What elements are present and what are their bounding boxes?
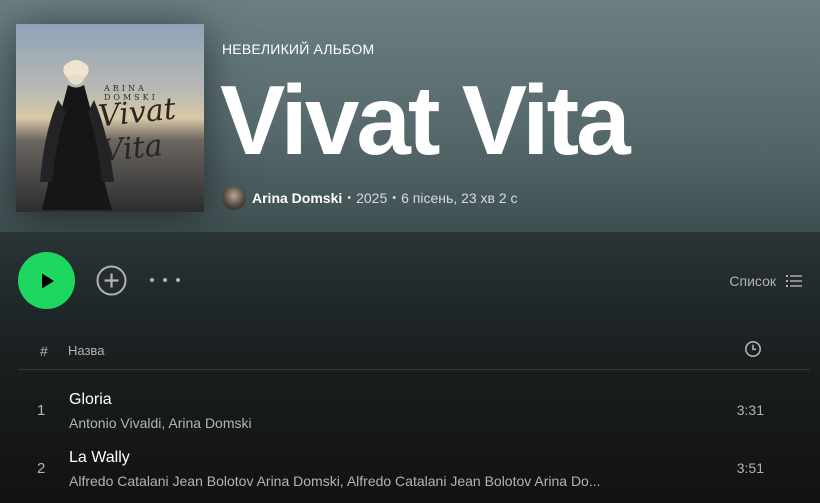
track-artists[interactable]: Antonio Vivaldi, Arina Domski bbox=[69, 415, 252, 431]
column-title[interactable]: Назва bbox=[68, 343, 104, 358]
more-horizontal-icon bbox=[176, 278, 180, 282]
artist-avatar[interactable] bbox=[222, 186, 246, 210]
column-duration bbox=[744, 340, 762, 361]
album-meta: Arina Domski • 2025 • 6 пісень, 23 хв 2 … bbox=[222, 186, 518, 210]
track-title[interactable]: Gloria bbox=[69, 391, 112, 409]
separator-dot: • bbox=[392, 192, 397, 204]
view-mode-toggle[interactable]: Список bbox=[729, 270, 802, 292]
track-duration: 3:31 bbox=[736, 402, 764, 418]
tracklist-header: # Назва bbox=[18, 338, 810, 370]
clock-icon bbox=[745, 341, 761, 357]
more-options-button[interactable] bbox=[150, 270, 180, 290]
album-cover[interactable]: ARINA DOMSKI Vivat Vita bbox=[16, 24, 204, 212]
track-row[interactable]: 1 Gloria Antonio Vivaldi, Arina Domski 3… bbox=[18, 382, 810, 438]
more-horizontal-icon bbox=[150, 278, 154, 282]
track-number: 1 bbox=[37, 402, 46, 419]
track-artists[interactable]: Alfredo Catalani Jean Bolotov Arina Doms… bbox=[69, 473, 601, 489]
artist-link[interactable]: Arina Domski bbox=[252, 190, 342, 206]
add-to-library-button[interactable] bbox=[96, 265, 127, 296]
plus-circle-icon bbox=[96, 265, 127, 296]
list-icon bbox=[786, 275, 802, 287]
separator-dot: • bbox=[347, 192, 352, 204]
track-row[interactable]: 2 La Wally Alfredo Catalani Jean Bolotov… bbox=[18, 440, 810, 496]
cover-script-title: Vivat Vita bbox=[96, 91, 178, 170]
album-header: ARINA DOMSKI Vivat Vita НЕВЕЛИКИЙ АЛЬБОМ… bbox=[0, 0, 820, 232]
play-icon bbox=[41, 273, 54, 288]
album-summary: 6 пісень, 23 хв 2 с bbox=[401, 190, 518, 206]
column-number: # bbox=[40, 343, 48, 359]
track-title[interactable]: La Wally bbox=[69, 449, 130, 467]
track-number: 2 bbox=[37, 460, 46, 477]
album-type-label: НЕВЕЛИКИЙ АЛЬБОМ bbox=[222, 41, 375, 57]
play-button[interactable] bbox=[18, 252, 75, 309]
more-horizontal-icon bbox=[163, 278, 167, 282]
album-title: Vivat Vita bbox=[220, 65, 631, 175]
track-duration: 3:51 bbox=[736, 460, 764, 476]
view-mode-label: Список bbox=[729, 273, 776, 289]
release-year: 2025 bbox=[356, 190, 388, 206]
